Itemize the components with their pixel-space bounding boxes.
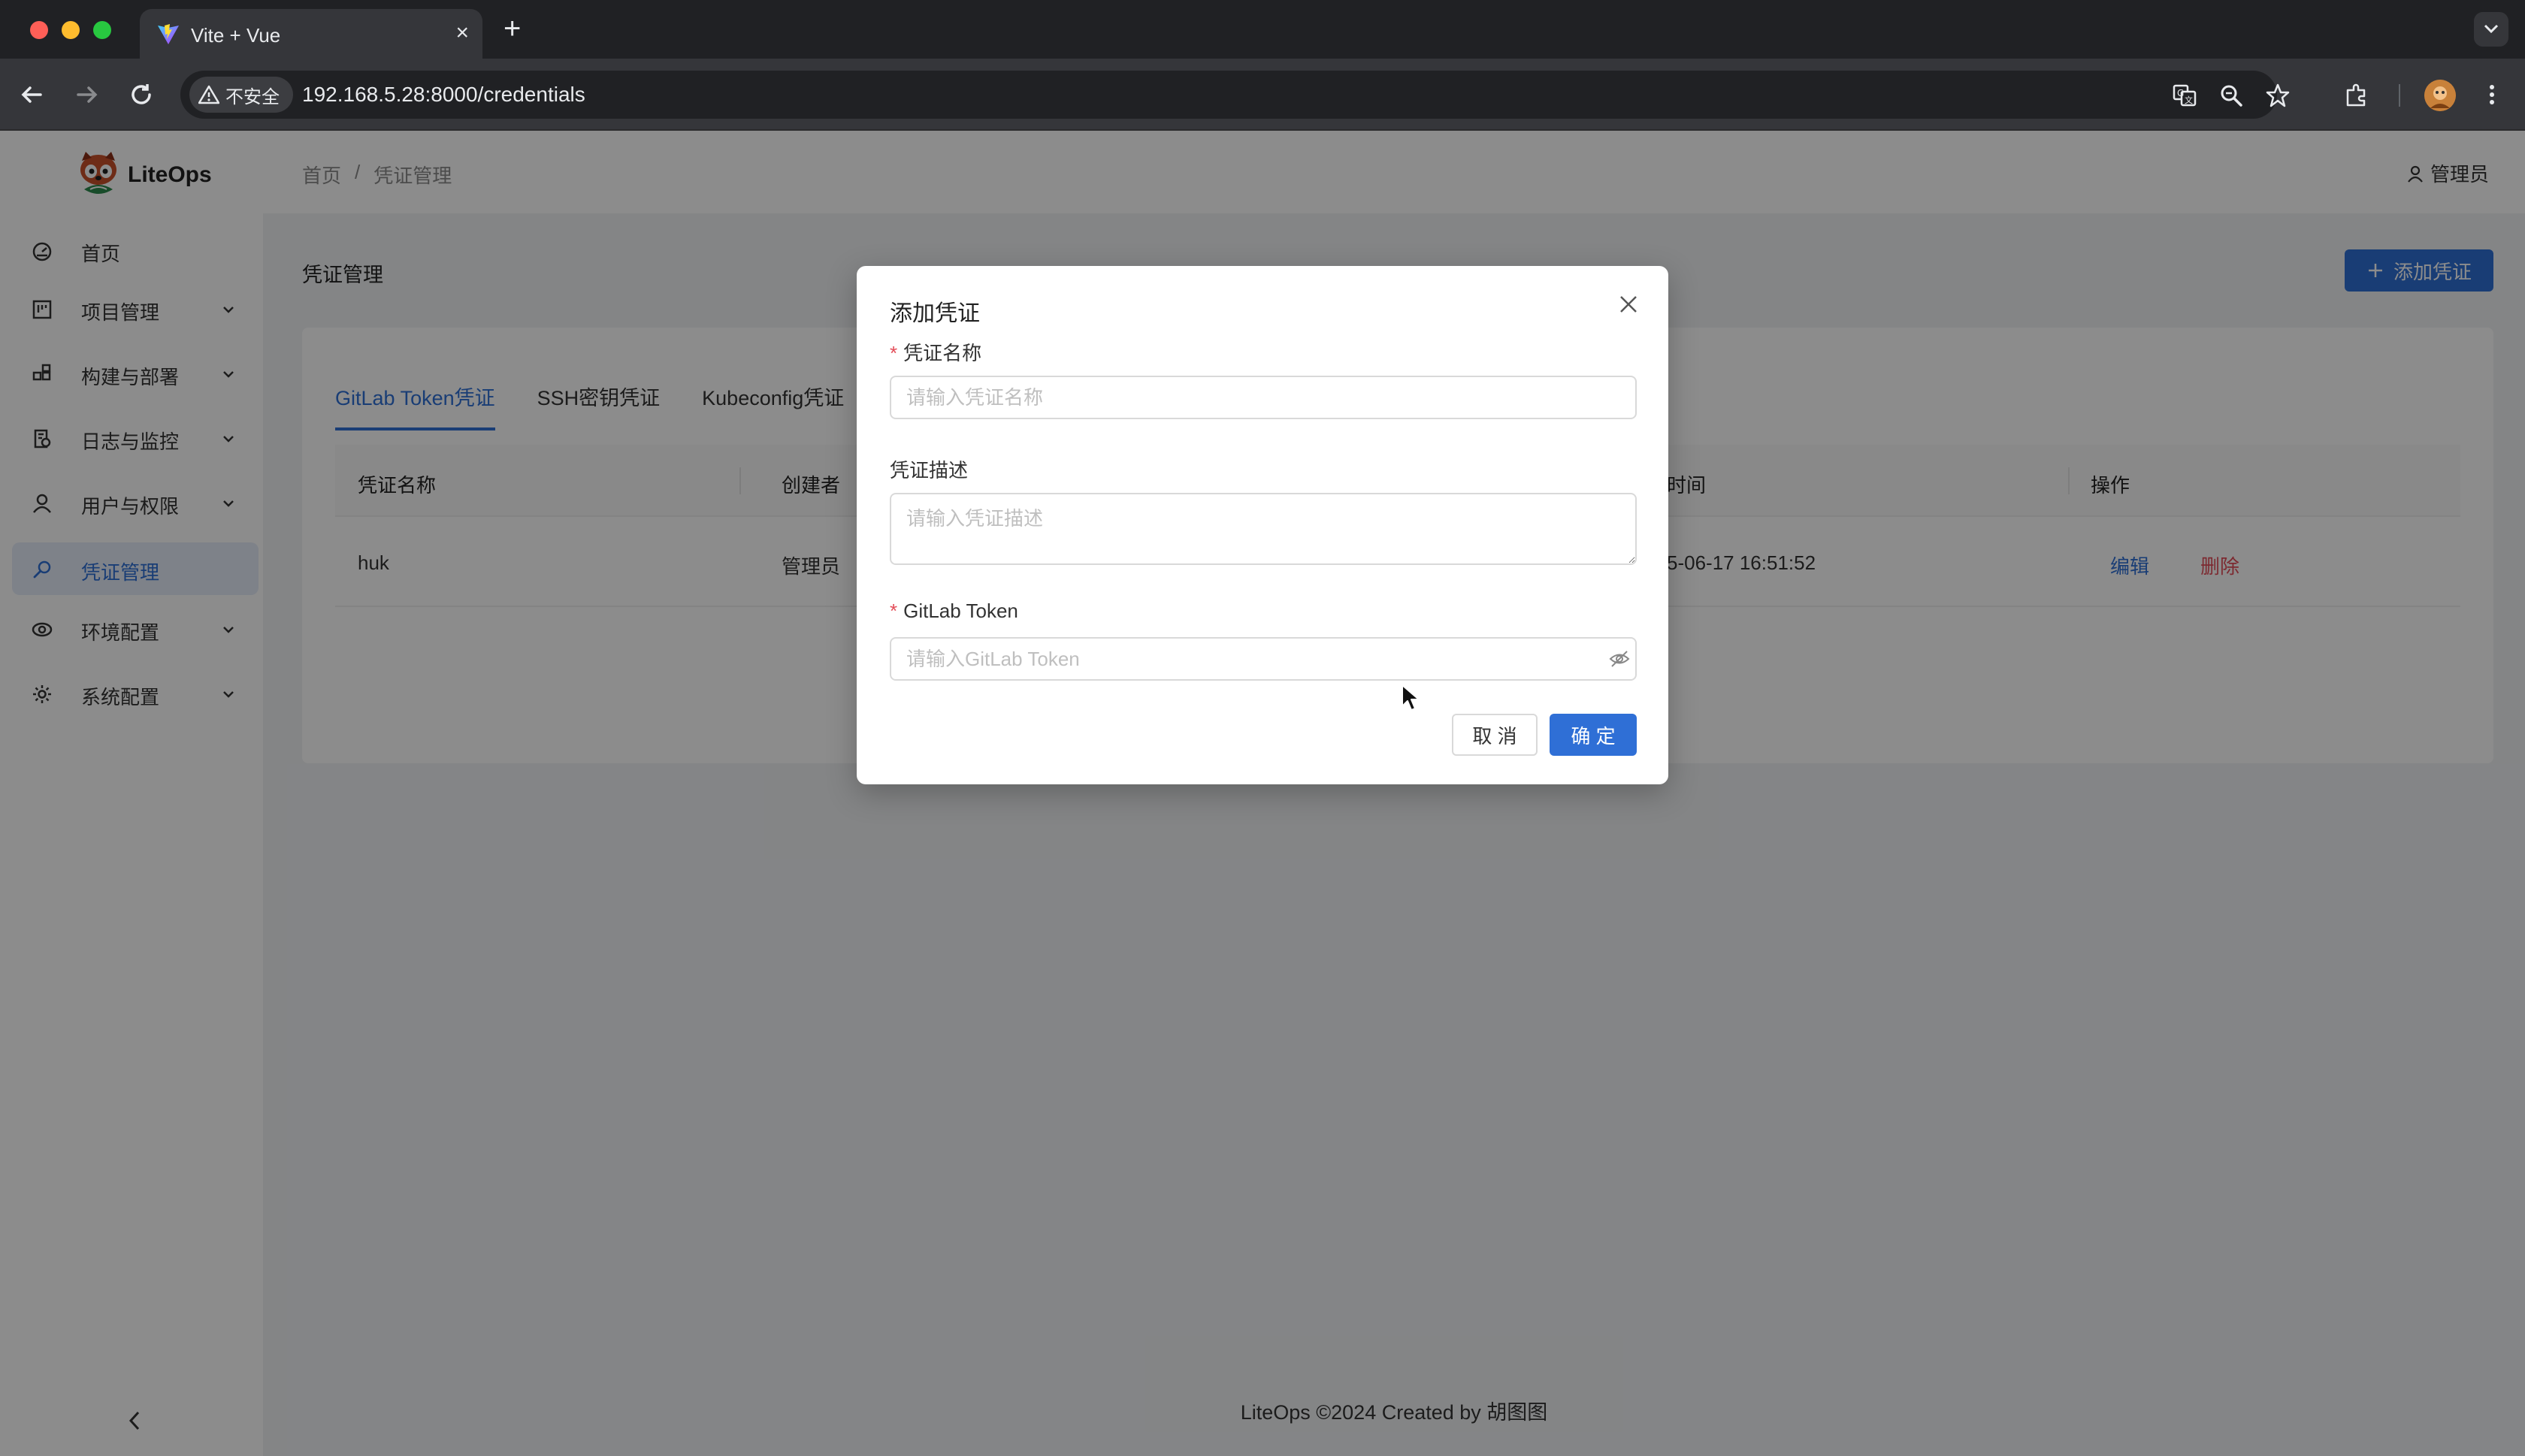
confirm-button[interactable]: 确 定: [1550, 714, 1637, 756]
security-label: 不安全: [225, 86, 280, 107]
svg-text:文: 文: [2185, 95, 2193, 105]
vite-logo-icon: [158, 24, 179, 44]
mouse-pointer-icon: [1402, 684, 1420, 711]
security-indicator[interactable]: 不安全: [189, 77, 293, 113]
credential-name-input[interactable]: [890, 376, 1637, 419]
url-text[interactable]: 192.168.5.28:8000/credentials: [302, 83, 585, 107]
required-asterisk: *: [890, 600, 898, 622]
add-credential-dialog: 添加凭证 *凭证名称 凭证描述 *GitLab Token 取 消 确 定: [857, 266, 1668, 784]
address-bar[interactable]: 不安全 192.168.5.28:8000/credentials G文: [180, 71, 2290, 119]
credential-description-label: 凭证描述: [890, 459, 969, 482]
more-menu-icon[interactable]: [2478, 81, 2505, 108]
avatar-icon: [2424, 80, 2456, 111]
chevron-down-icon: [2484, 24, 2499, 34]
forward-icon[interactable]: [71, 78, 104, 111]
required-asterisk: *: [890, 342, 898, 364]
maximize-window-button[interactable]: [93, 21, 111, 39]
cancel-button[interactable]: 取 消: [1452, 714, 1538, 756]
gitlab-token-label: * GitLab Token: [890, 600, 1018, 622]
browser-tab-bar: Vite + Vue × +: [0, 0, 2525, 59]
browser-toolbar: 不安全 192.168.5.28:8000/credentials G文: [0, 59, 2525, 131]
browser-tab-active[interactable]: Vite + Vue ×: [140, 9, 482, 59]
tab-search-button[interactable]: [2474, 12, 2508, 47]
credential-name-label: * 凭证名称: [890, 342, 982, 364]
minimize-window-button[interactable]: [62, 21, 80, 39]
eye-hidden-icon[interactable]: [1608, 648, 1631, 670]
gitlab-token-input[interactable]: [890, 637, 1637, 681]
browser-tab-title: Vite + Vue: [191, 24, 281, 47]
credential-description-input[interactable]: [890, 493, 1637, 565]
profile-avatar[interactable]: [2424, 80, 2456, 111]
bookmark-star-icon[interactable]: [2265, 83, 2291, 108]
translate-icon[interactable]: G文: [2172, 83, 2197, 108]
back-icon[interactable]: [15, 78, 48, 111]
close-icon[interactable]: [1617, 293, 1640, 316]
warning-icon: [198, 85, 219, 104]
new-tab-button[interactable]: +: [503, 14, 521, 44]
extensions-icon[interactable]: [2343, 81, 2370, 108]
close-tab-icon[interactable]: ×: [455, 21, 469, 45]
toolbar-divider: [2399, 84, 2400, 107]
dialog-title: 添加凭证: [890, 301, 980, 326]
svg-text:G: G: [2177, 88, 2184, 98]
reload-icon[interactable]: [125, 78, 158, 111]
zoom-icon[interactable]: [2218, 83, 2244, 108]
close-window-button[interactable]: [30, 21, 48, 39]
